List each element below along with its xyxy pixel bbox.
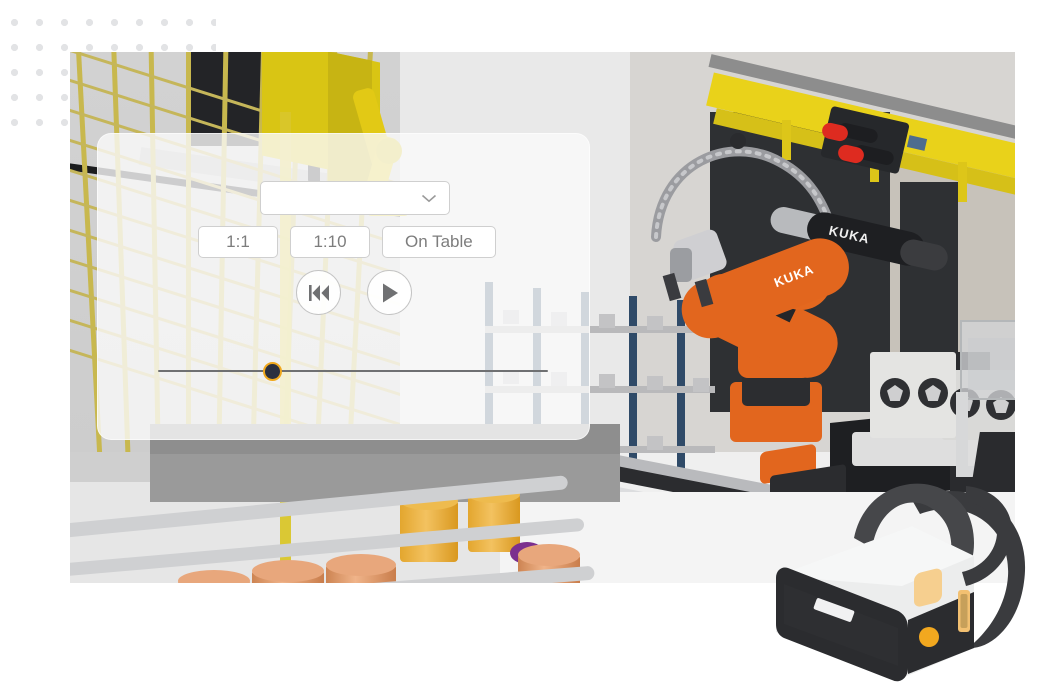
scale-1-1-button[interactable]: 1:1 — [198, 226, 278, 258]
fan-icon — [918, 378, 948, 408]
cylinder-copper-top — [518, 544, 580, 566]
scale-button-group: 1:1 1:10 On Table — [198, 226, 496, 258]
machine-screen — [960, 320, 1015, 400]
timeline-track[interactable] — [158, 370, 548, 372]
play-icon — [382, 283, 398, 302]
skip-back-icon — [308, 284, 329, 301]
scale-1-10-label: 1:10 — [313, 232, 347, 251]
play-button[interactable] — [367, 270, 412, 315]
chevron-down-icon — [421, 194, 437, 202]
scale-1-10-button[interactable]: 1:10 — [290, 226, 370, 258]
gantry-leg — [958, 162, 967, 202]
playback-timeline[interactable] — [158, 359, 548, 383]
page-root: KUKA KUKA 1:1 1:10 On Table — [0, 0, 1042, 694]
on-table-button[interactable]: On Table — [382, 226, 496, 258]
cylinder-copper-top — [252, 560, 324, 582]
player-control-overlay: 1:1 1:10 On Table — [97, 133, 590, 440]
transport-controls — [296, 270, 412, 315]
fan-icon — [880, 378, 910, 408]
on-table-label: On Table — [405, 232, 473, 251]
cylinder-copper-top — [326, 554, 396, 576]
scale-1-1-label: 1:1 — [226, 232, 250, 251]
timeline-thumb[interactable] — [263, 362, 282, 381]
robot-brand-label: KUKA — [771, 261, 817, 291]
restart-button[interactable] — [296, 270, 341, 315]
vr-headset-illustration — [776, 483, 1026, 682]
scenario-select[interactable] — [260, 181, 450, 215]
